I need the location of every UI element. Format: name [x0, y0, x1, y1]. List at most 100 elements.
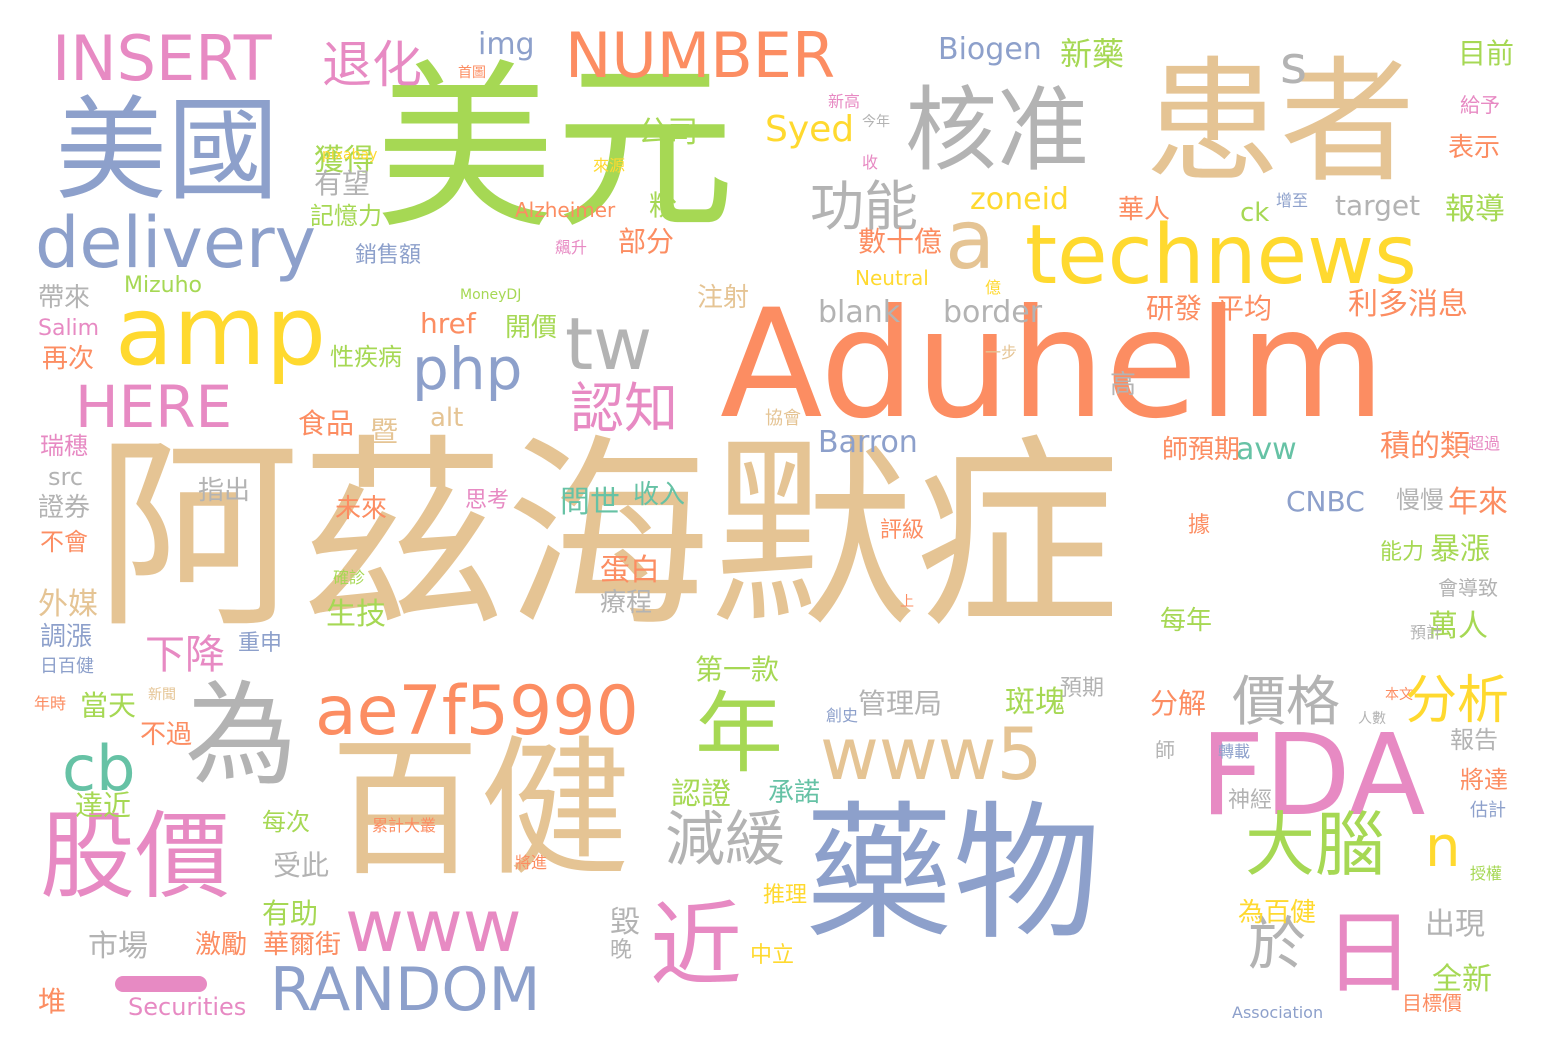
word-121: Neutral — [855, 266, 929, 290]
word-79: 慢慢 — [1396, 486, 1444, 514]
word-124: 給予 — [1460, 93, 1500, 117]
word-43: zoneid — [970, 182, 1069, 217]
word-117: 每年 — [1160, 606, 1213, 636]
word-140: 能力 — [1380, 540, 1425, 565]
word-17: php — [412, 335, 523, 403]
word-72: 指出 — [198, 476, 251, 506]
word-93: 分解 — [1150, 687, 1207, 720]
word-76: 問世 — [560, 485, 620, 520]
word-34: 價格 — [1232, 670, 1340, 733]
word-66: 暨 — [370, 415, 399, 448]
word-128: ck — [1240, 198, 1270, 228]
word-57: href — [420, 307, 476, 340]
word-20: 年 — [695, 682, 784, 785]
word-71: src — [48, 463, 84, 491]
word-133: 一步 — [985, 343, 1018, 362]
word-8: technews — [1025, 208, 1417, 303]
word-113: Securities — [128, 993, 247, 1021]
word-59: 注射 — [697, 283, 750, 313]
word-6: 百健 — [330, 723, 631, 897]
word-154: 累計大叢 — [372, 816, 437, 835]
word-107: 推理 — [763, 883, 808, 908]
word-33: s — [1280, 36, 1308, 96]
word-114: 目標價 — [1402, 991, 1462, 1015]
word-157: 晚 — [610, 938, 633, 963]
word-31: 認知 — [570, 377, 678, 440]
word-144: 日百健 — [40, 656, 94, 677]
word-163: 億 — [985, 278, 1002, 297]
word-62: Salim — [38, 316, 100, 341]
word-21: 股價 — [40, 802, 231, 912]
word-28: 大腦 — [1245, 804, 1385, 886]
word-134: 性疾病 — [330, 343, 402, 371]
word-99: 承諾 — [768, 778, 821, 808]
word-78: CNBC — [1286, 485, 1365, 518]
word-83: 調漲 — [40, 622, 93, 652]
word-153: 授權 — [1470, 864, 1503, 883]
word-16: tw — [565, 302, 653, 386]
word-75: 思考 — [465, 488, 510, 513]
word-82: 外媒 — [38, 587, 98, 622]
word-26: HERE — [75, 373, 233, 441]
word-87: 暴漲 — [1430, 532, 1490, 567]
word-24: 日 — [1308, 905, 1413, 995]
word-35: 分析 — [1405, 671, 1510, 731]
word-15: delivery — [35, 202, 317, 284]
word-48: 記憶力 — [310, 202, 382, 230]
word-138: 上 — [900, 594, 914, 610]
word-92: 斑塊 — [1005, 685, 1065, 720]
word-149: 人數 — [1358, 711, 1386, 727]
word-38: Syed — [765, 109, 855, 150]
word-136: 評級 — [880, 518, 925, 543]
word-96: 預期 — [1060, 676, 1105, 701]
word-69: 積的類 — [1380, 429, 1470, 464]
word-142: 超過 — [1468, 434, 1501, 453]
word-147: 年時 — [34, 694, 67, 713]
word-49: 粉 — [649, 189, 678, 222]
word-52: blank — [818, 295, 901, 330]
word-156: Association — [1232, 1003, 1324, 1022]
word-148: 創史 — [826, 706, 859, 725]
word-131: 銷售額 — [355, 243, 422, 268]
word-11: 為 — [185, 671, 297, 801]
word-159: 新高 — [828, 92, 861, 111]
word-53: border — [943, 295, 1043, 330]
word-54: 研發 — [1146, 292, 1203, 325]
word-89: 下降 — [145, 632, 225, 678]
word-5: 藥物 — [805, 788, 1101, 960]
word-77: 收入 — [633, 480, 686, 510]
word-158: 首圖 — [458, 65, 486, 81]
word-119: 神經 — [1228, 788, 1273, 813]
word-116: 毀 — [610, 905, 640, 940]
word-95: 不過 — [140, 720, 193, 750]
word-109: 市場 — [88, 929, 148, 964]
word-73: 證券 — [38, 493, 91, 523]
word-132: 協會 — [765, 408, 801, 429]
word-81: 不會 — [40, 528, 88, 556]
word-100: 報告 — [1450, 726, 1498, 754]
word-63: 再次 — [42, 344, 95, 374]
word-152: 估計 — [1470, 800, 1506, 821]
word-130: 飆升 — [555, 238, 588, 257]
word-50: 部分 — [618, 225, 675, 258]
word-103: 受此 — [273, 849, 330, 882]
word-91: 管理局 — [858, 687, 943, 720]
word-164: 師 — [1155, 738, 1175, 762]
word-106: 華爾街 — [263, 930, 342, 960]
word-146: 新聞 — [148, 687, 176, 703]
word-45: 公司 — [638, 115, 698, 150]
word-74: 未來 — [335, 494, 388, 524]
word-32: 退化 — [322, 36, 422, 94]
word-90: 第一款 — [695, 653, 780, 686]
word-58: 開價 — [505, 313, 558, 343]
word-145: 重申 — [238, 631, 283, 656]
word-80: 年來 — [1448, 485, 1508, 520]
word-18: www5 — [820, 712, 1043, 796]
word-151: 轉載 — [1218, 742, 1251, 761]
word-55: 平均 — [1216, 292, 1273, 325]
word-29: 減緩 — [665, 805, 785, 875]
word-40: 新藥 — [1060, 35, 1125, 73]
word-137: 確診 — [333, 568, 366, 587]
word-105: 激勵 — [195, 930, 248, 960]
word-155: 將進 — [515, 853, 548, 872]
